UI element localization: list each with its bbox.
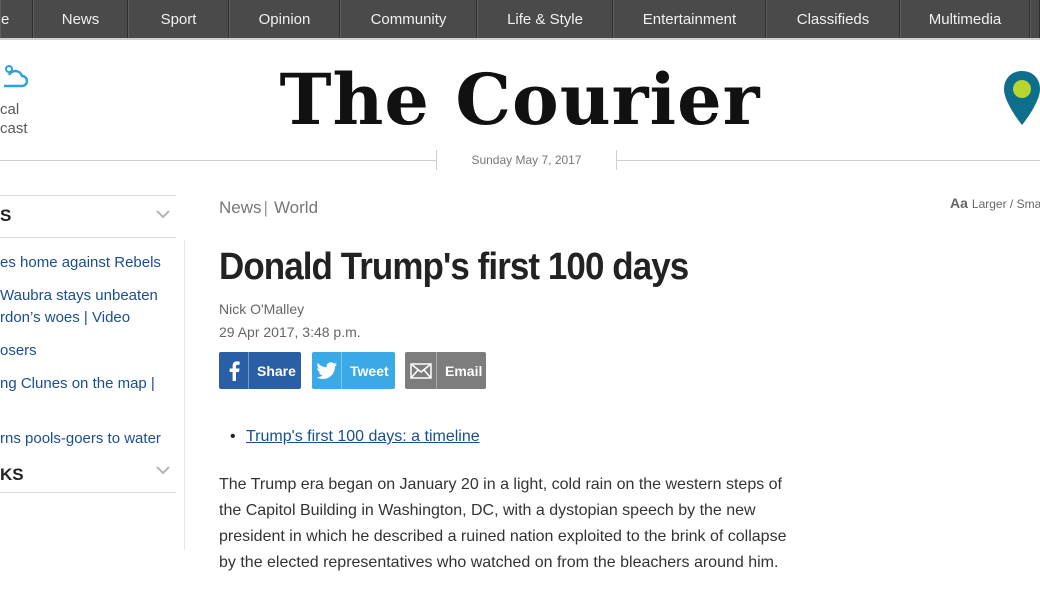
text-size-control[interactable]: Aa Larger / Sma — [950, 195, 1040, 211]
nav-item-classifieds[interactable]: Classifieds — [766, 0, 900, 38]
nav-item-multimedia[interactable]: Multimedia — [900, 0, 1030, 38]
location-pin-icon[interactable] — [1002, 69, 1040, 127]
nav-item-home[interactable]: e — [0, 0, 33, 38]
column-divider — [184, 240, 185, 550]
email-icon — [405, 352, 437, 389]
related-article-link[interactable]: Trump's first 100 days: a timeline — [246, 428, 480, 445]
breadcrumb-news[interactable]: News — [219, 198, 262, 217]
breadcrumb-world[interactable]: World — [274, 198, 318, 217]
article-body-paragraph: The Trump era began on January 20 in a l… — [219, 476, 787, 571]
nav-item-opinion[interactable]: Opinion — [229, 0, 340, 38]
related-link-item: Trump's first 100 days: a timeline — [230, 428, 480, 446]
sidebar-section-title: S — [0, 206, 12, 225]
sidebar-link[interactable]: rdon’s woes | Video — [0, 307, 176, 329]
sidebar-section-header[interactable]: KS — [0, 453, 176, 493]
dateline: Sunday May 7, 2017 — [0, 150, 1040, 170]
email-share-label: Email — [445, 362, 483, 379]
nav-item-entertainment[interactable]: Entertainment — [613, 0, 766, 38]
sidebar-link[interactable]: Waubra stays unbeaten — [0, 285, 176, 307]
sidebar-section-title: KS — [0, 465, 24, 484]
twitter-share-button[interactable]: Tweet — [312, 352, 395, 389]
masthead-logo[interactable]: The Courier — [0, 58, 1040, 141]
top-nav: e News Sport Opinion Community Life & St… — [0, 0, 1040, 40]
twitter-icon — [312, 352, 342, 389]
article-author[interactable]: Nick O'Malley — [219, 301, 304, 317]
twitter-share-label: Tweet — [350, 362, 389, 379]
chevron-down-icon[interactable] — [156, 209, 170, 219]
article-date: 29 Apr 2017, 3:48 p.m. — [219, 324, 361, 340]
email-share-button[interactable]: Email — [405, 352, 486, 389]
nav-item-life-style[interactable]: Life & Style — [477, 0, 613, 38]
breadcrumb: News | World — [219, 198, 319, 217]
facebook-icon — [219, 352, 249, 389]
sidebar-link[interactable]: es home against Rebels — [0, 252, 176, 274]
text-size-label[interactable]: Larger / Sma — [972, 197, 1040, 211]
sidebar-link[interactable]: ng Clunes on the map | — [0, 373, 176, 395]
sidebar-link[interactable]: osers — [0, 340, 176, 362]
chevron-down-icon[interactable] — [156, 465, 170, 475]
sidebar-section-header[interactable]: S — [0, 196, 176, 238]
facebook-share-button[interactable]: Share — [219, 352, 301, 389]
nav-item-community[interactable]: Community — [340, 0, 477, 38]
text-size-icon: Aa — [950, 195, 968, 211]
nav-item-news[interactable]: News — [33, 0, 128, 38]
nav-item-overflow[interactable] — [1030, 0, 1040, 38]
facebook-share-label: Share — [257, 362, 296, 379]
sidebar-link[interactable]: rns pools-goers to water — [0, 428, 176, 450]
nav-item-sport[interactable]: Sport — [128, 0, 229, 38]
sidebar: S es home against Rebels Waubra stays un… — [0, 195, 176, 493]
edition-date: Sunday May 7, 2017 — [471, 153, 582, 167]
article-headline: Donald Trump's first 100 days — [219, 246, 689, 288]
sidebar-link-list: es home against Rebels Waubra stays unbe… — [0, 238, 176, 450]
